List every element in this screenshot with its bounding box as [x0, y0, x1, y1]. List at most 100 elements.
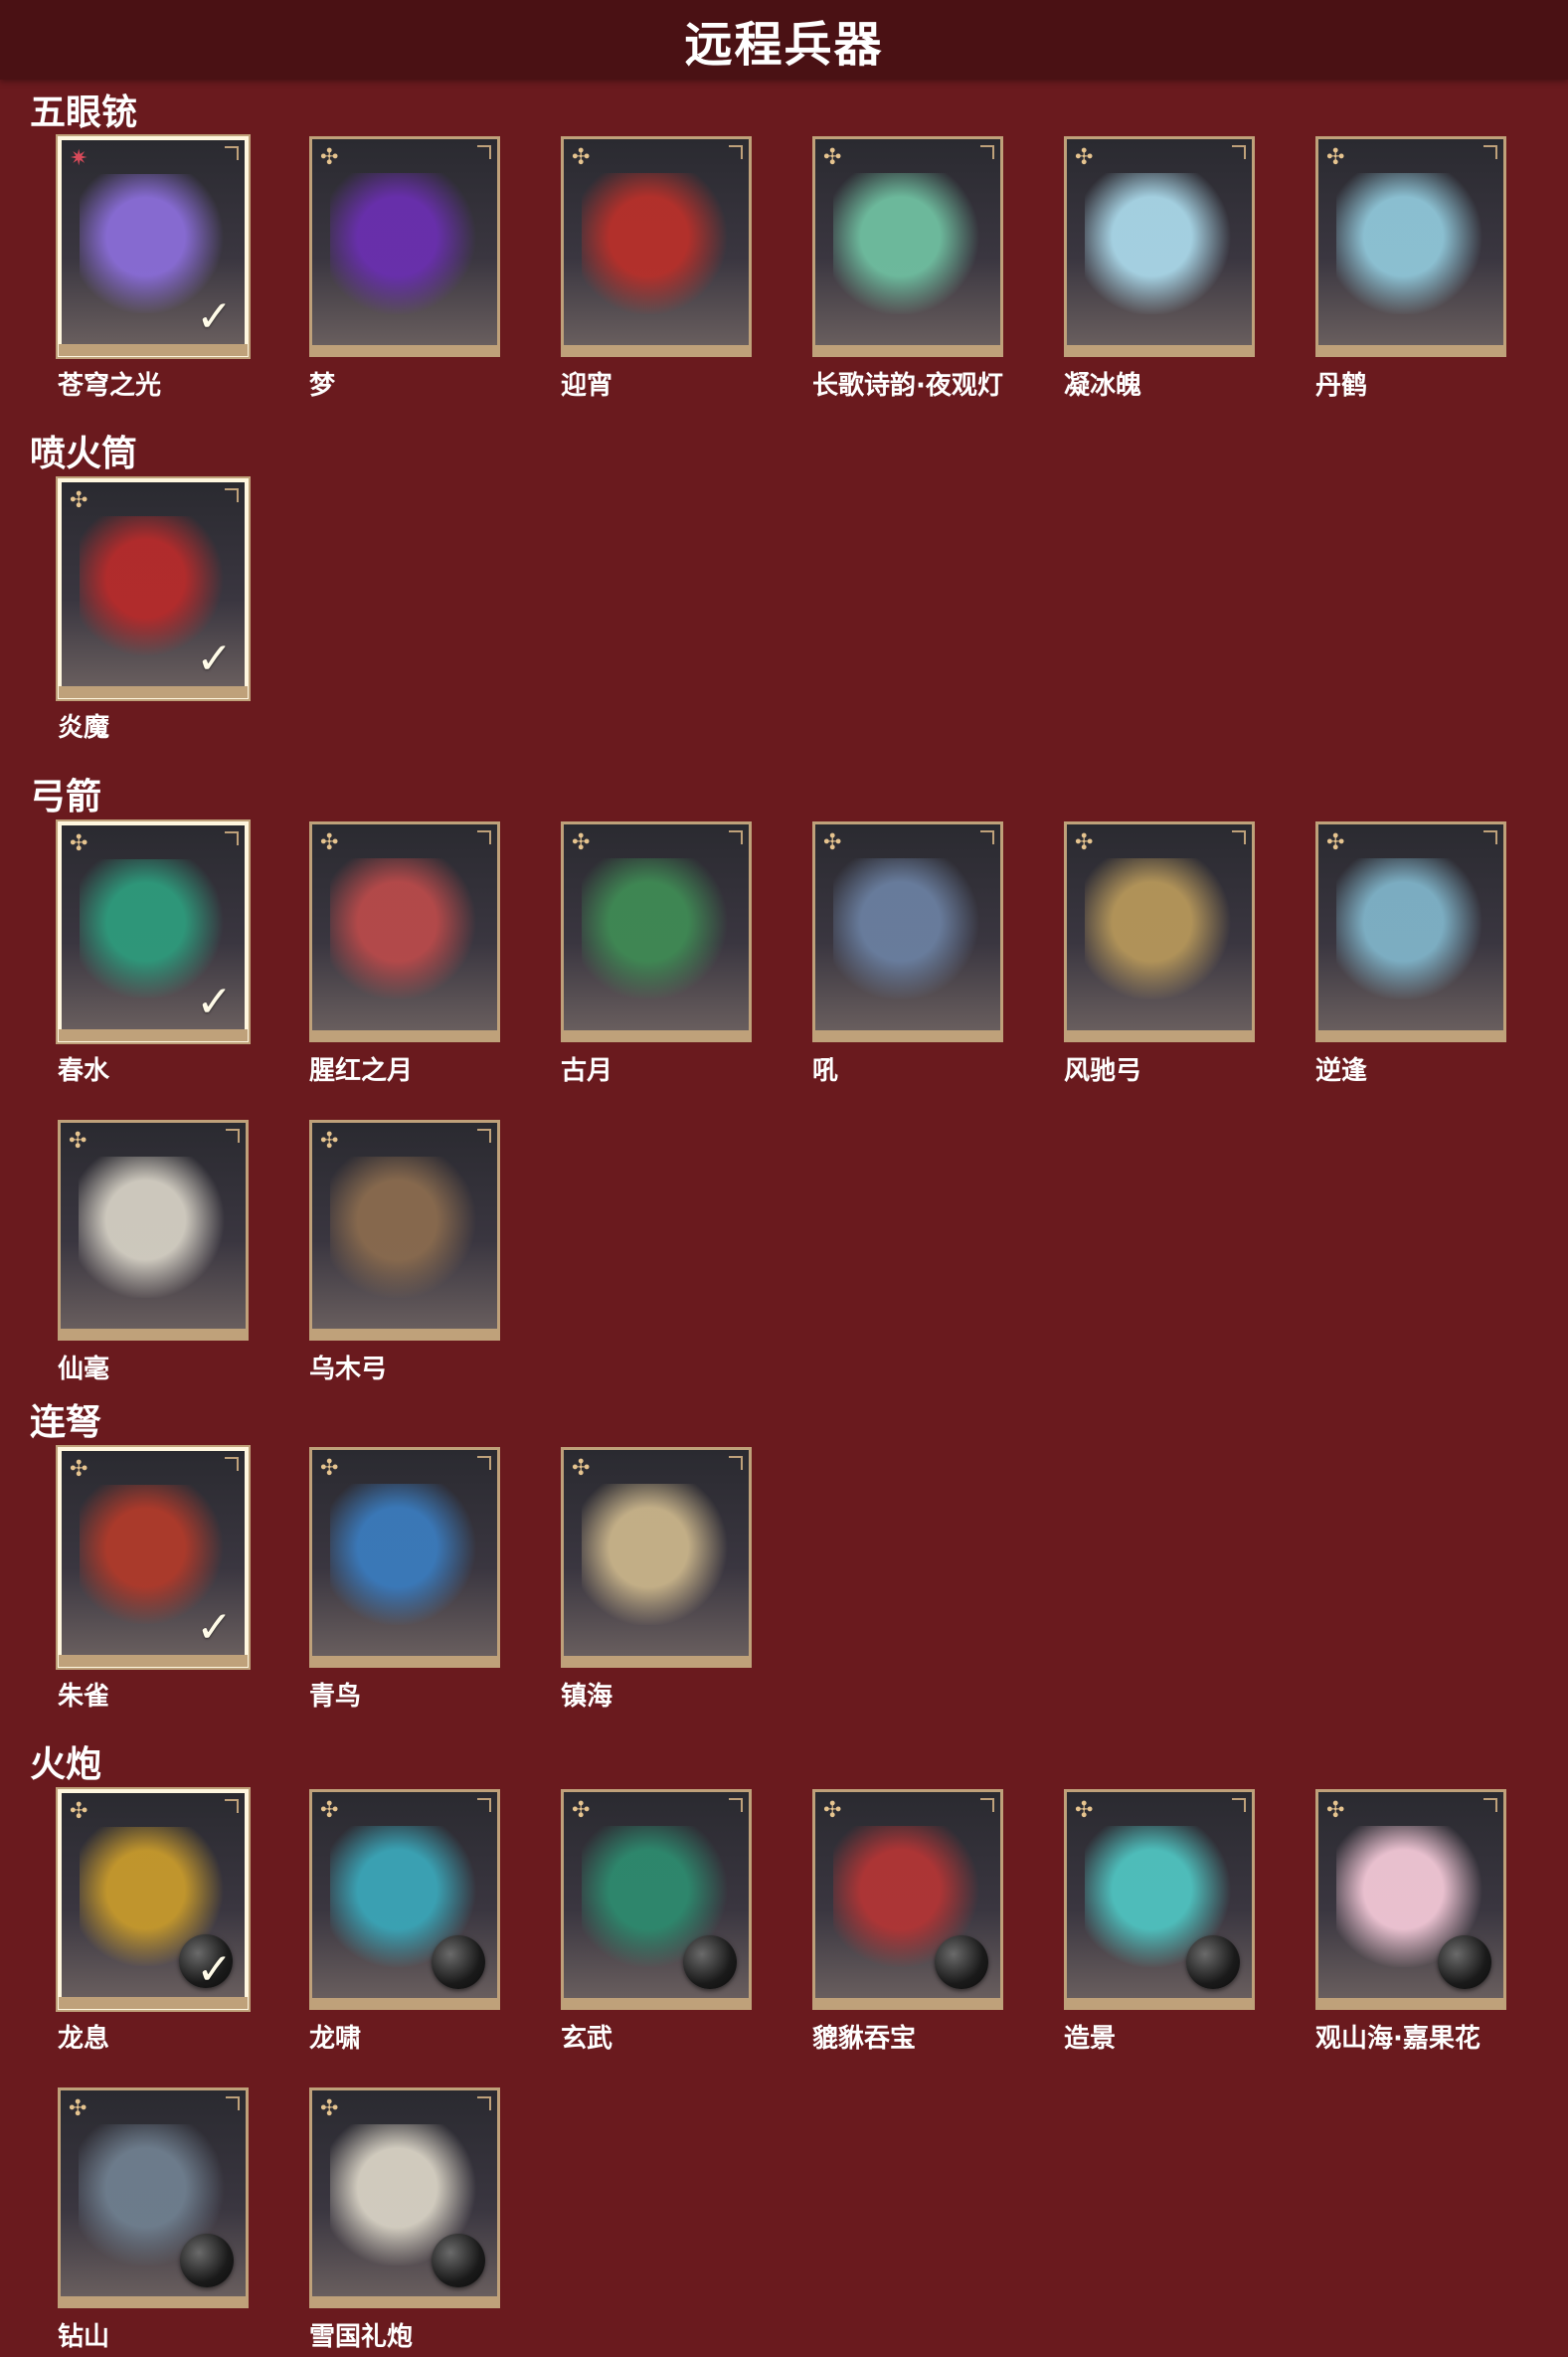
weapon-card[interactable]: ✣: [309, 1120, 500, 1341]
weapon-art-image: [582, 173, 731, 314]
weapon-name: 青鸟: [309, 1682, 362, 1712]
rarity-icon: ✣: [823, 145, 842, 170]
weapon-name: 吼: [812, 1056, 839, 1086]
corner-mark-icon: [1232, 830, 1246, 844]
weapon-card[interactable]: ✣: [58, 2087, 249, 2308]
weapon-art-image: [79, 1157, 228, 1298]
rarity-icon: ✣: [320, 2096, 339, 2121]
weapon-art-image: [330, 1157, 479, 1298]
rarity-icon: ✣: [1326, 1798, 1345, 1823]
weapon-card[interactable]: ✣: [561, 1447, 752, 1668]
weapon-art-image: [330, 173, 479, 314]
weapon-name: 朱雀: [58, 1682, 110, 1712]
weapon-art-image: [582, 1484, 731, 1625]
rarity-icon: ✣: [1326, 830, 1345, 855]
weapon-name: 迎宵: [561, 371, 613, 401]
rarity-icon: ✣: [572, 145, 591, 170]
weapon-card[interactable]: ✣ ✓: [58, 478, 249, 699]
corner-mark-icon: [1483, 145, 1497, 159]
rarity-icon: ✣: [1075, 830, 1094, 855]
checkmark-icon: ✓: [196, 634, 233, 684]
weapon-art-image: [833, 173, 982, 314]
weapon-card[interactable]: ✣ ✓: [58, 821, 249, 1042]
weapon-card[interactable]: ✣ ✓: [58, 1447, 249, 1668]
cannonball-icon: [683, 1935, 737, 1989]
header-bar: 远程兵器: [0, 0, 1568, 80]
rarity-icon: ✣: [1075, 145, 1094, 170]
checkmark-icon: ✓: [196, 1602, 233, 1653]
corner-mark-icon: [980, 145, 994, 159]
weapon-name: 貔貅吞宝: [812, 2024, 917, 2054]
weapon-name: 凝冰魄: [1064, 371, 1142, 401]
rarity-icon: ✣: [572, 830, 591, 855]
weapon-card[interactable]: ✣: [309, 821, 500, 1042]
corner-mark-icon: [980, 1798, 994, 1812]
section-title: 连弩: [30, 1402, 102, 1443]
rarity-icon: ✣: [320, 1129, 339, 1154]
rarity-icon: ✣: [823, 1798, 842, 1823]
rarity-icon: ✣: [320, 1798, 339, 1823]
weapon-art-image: [1085, 173, 1234, 314]
section-title: 五眼铳: [30, 92, 138, 133]
corner-mark-icon: [477, 1129, 491, 1143]
cannonball-icon: [935, 1935, 988, 1989]
corner-mark-icon: [225, 1799, 239, 1813]
weapon-card[interactable]: ✣: [561, 136, 752, 357]
weapon-name: 龙息: [58, 2024, 110, 2054]
weapon-art-image: [330, 858, 479, 999]
rarity-icon: ✣: [320, 1456, 339, 1481]
sparkle-star-icon: ✷: [70, 146, 88, 171]
weapon-card[interactable]: ✣: [1315, 136, 1506, 357]
rarity-icon: ✣: [69, 2096, 87, 2121]
rarity-icon: ✣: [320, 830, 339, 855]
page-title: 远程兵器: [684, 17, 884, 73]
rarity-icon: ✣: [572, 1798, 591, 1823]
corner-mark-icon: [1232, 1798, 1246, 1812]
weapon-art-image: [1085, 858, 1234, 999]
weapon-name: 炎魔: [58, 713, 110, 743]
corner-mark-icon: [225, 488, 239, 502]
weapon-name: 古月: [561, 1056, 613, 1086]
weapon-art-image: [330, 1484, 479, 1625]
weapon-name: 玄武: [561, 2024, 613, 2054]
corner-mark-icon: [225, 146, 239, 160]
corner-mark-icon: [729, 145, 743, 159]
corner-mark-icon: [1483, 830, 1497, 844]
weapon-card[interactable]: ✣: [1064, 1789, 1255, 2010]
corner-mark-icon: [477, 830, 491, 844]
weapon-card[interactable]: ✣: [812, 1789, 1003, 2010]
weapon-card[interactable]: ✣: [58, 1120, 249, 1341]
weapon-card[interactable]: ✣: [309, 1789, 500, 2010]
corner-mark-icon: [1483, 1798, 1497, 1812]
rarity-icon: ✣: [320, 145, 339, 170]
rarity-icon: ✣: [1075, 1798, 1094, 1823]
weapon-card[interactable]: ✣: [309, 136, 500, 357]
weapon-card[interactable]: ✣: [1315, 1789, 1506, 2010]
weapon-name: 造景: [1064, 2024, 1117, 2054]
weapon-card[interactable]: ✣: [1064, 136, 1255, 357]
weapon-name: 春水: [58, 1056, 110, 1086]
weapon-card[interactable]: ✣: [1315, 821, 1506, 1042]
corner-mark-icon: [477, 2096, 491, 2110]
weapon-card[interactable]: ✣: [561, 821, 752, 1042]
cannonball-icon: [432, 2234, 485, 2287]
rarity-icon: ✣: [572, 1456, 591, 1481]
weapon-name: 乌木弓: [309, 1355, 388, 1384]
corner-mark-icon: [226, 1129, 240, 1143]
rarity-icon: ✣: [70, 831, 88, 856]
section-title: 弓箭: [30, 777, 102, 817]
weapon-card[interactable]: ✣: [812, 821, 1003, 1042]
weapon-card[interactable]: ✣: [1064, 821, 1255, 1042]
corner-mark-icon: [226, 2096, 240, 2110]
cannonball-icon: [180, 2234, 234, 2287]
weapon-name: 观山海·嘉果花: [1315, 2024, 1481, 2054]
rarity-icon: ✣: [823, 830, 842, 855]
weapon-card[interactable]: ✣: [561, 1789, 752, 2010]
weapon-card[interactable]: ✷ ✓: [58, 136, 249, 357]
checkmark-icon: ✓: [196, 1944, 233, 1995]
weapon-card[interactable]: ✣: [309, 2087, 500, 2308]
weapon-card[interactable]: ✣ ✓: [58, 1789, 249, 2010]
weapon-card[interactable]: ✣: [812, 136, 1003, 357]
weapon-card[interactable]: ✣: [309, 1447, 500, 1668]
weapon-name: 逆逢: [1315, 1056, 1368, 1086]
